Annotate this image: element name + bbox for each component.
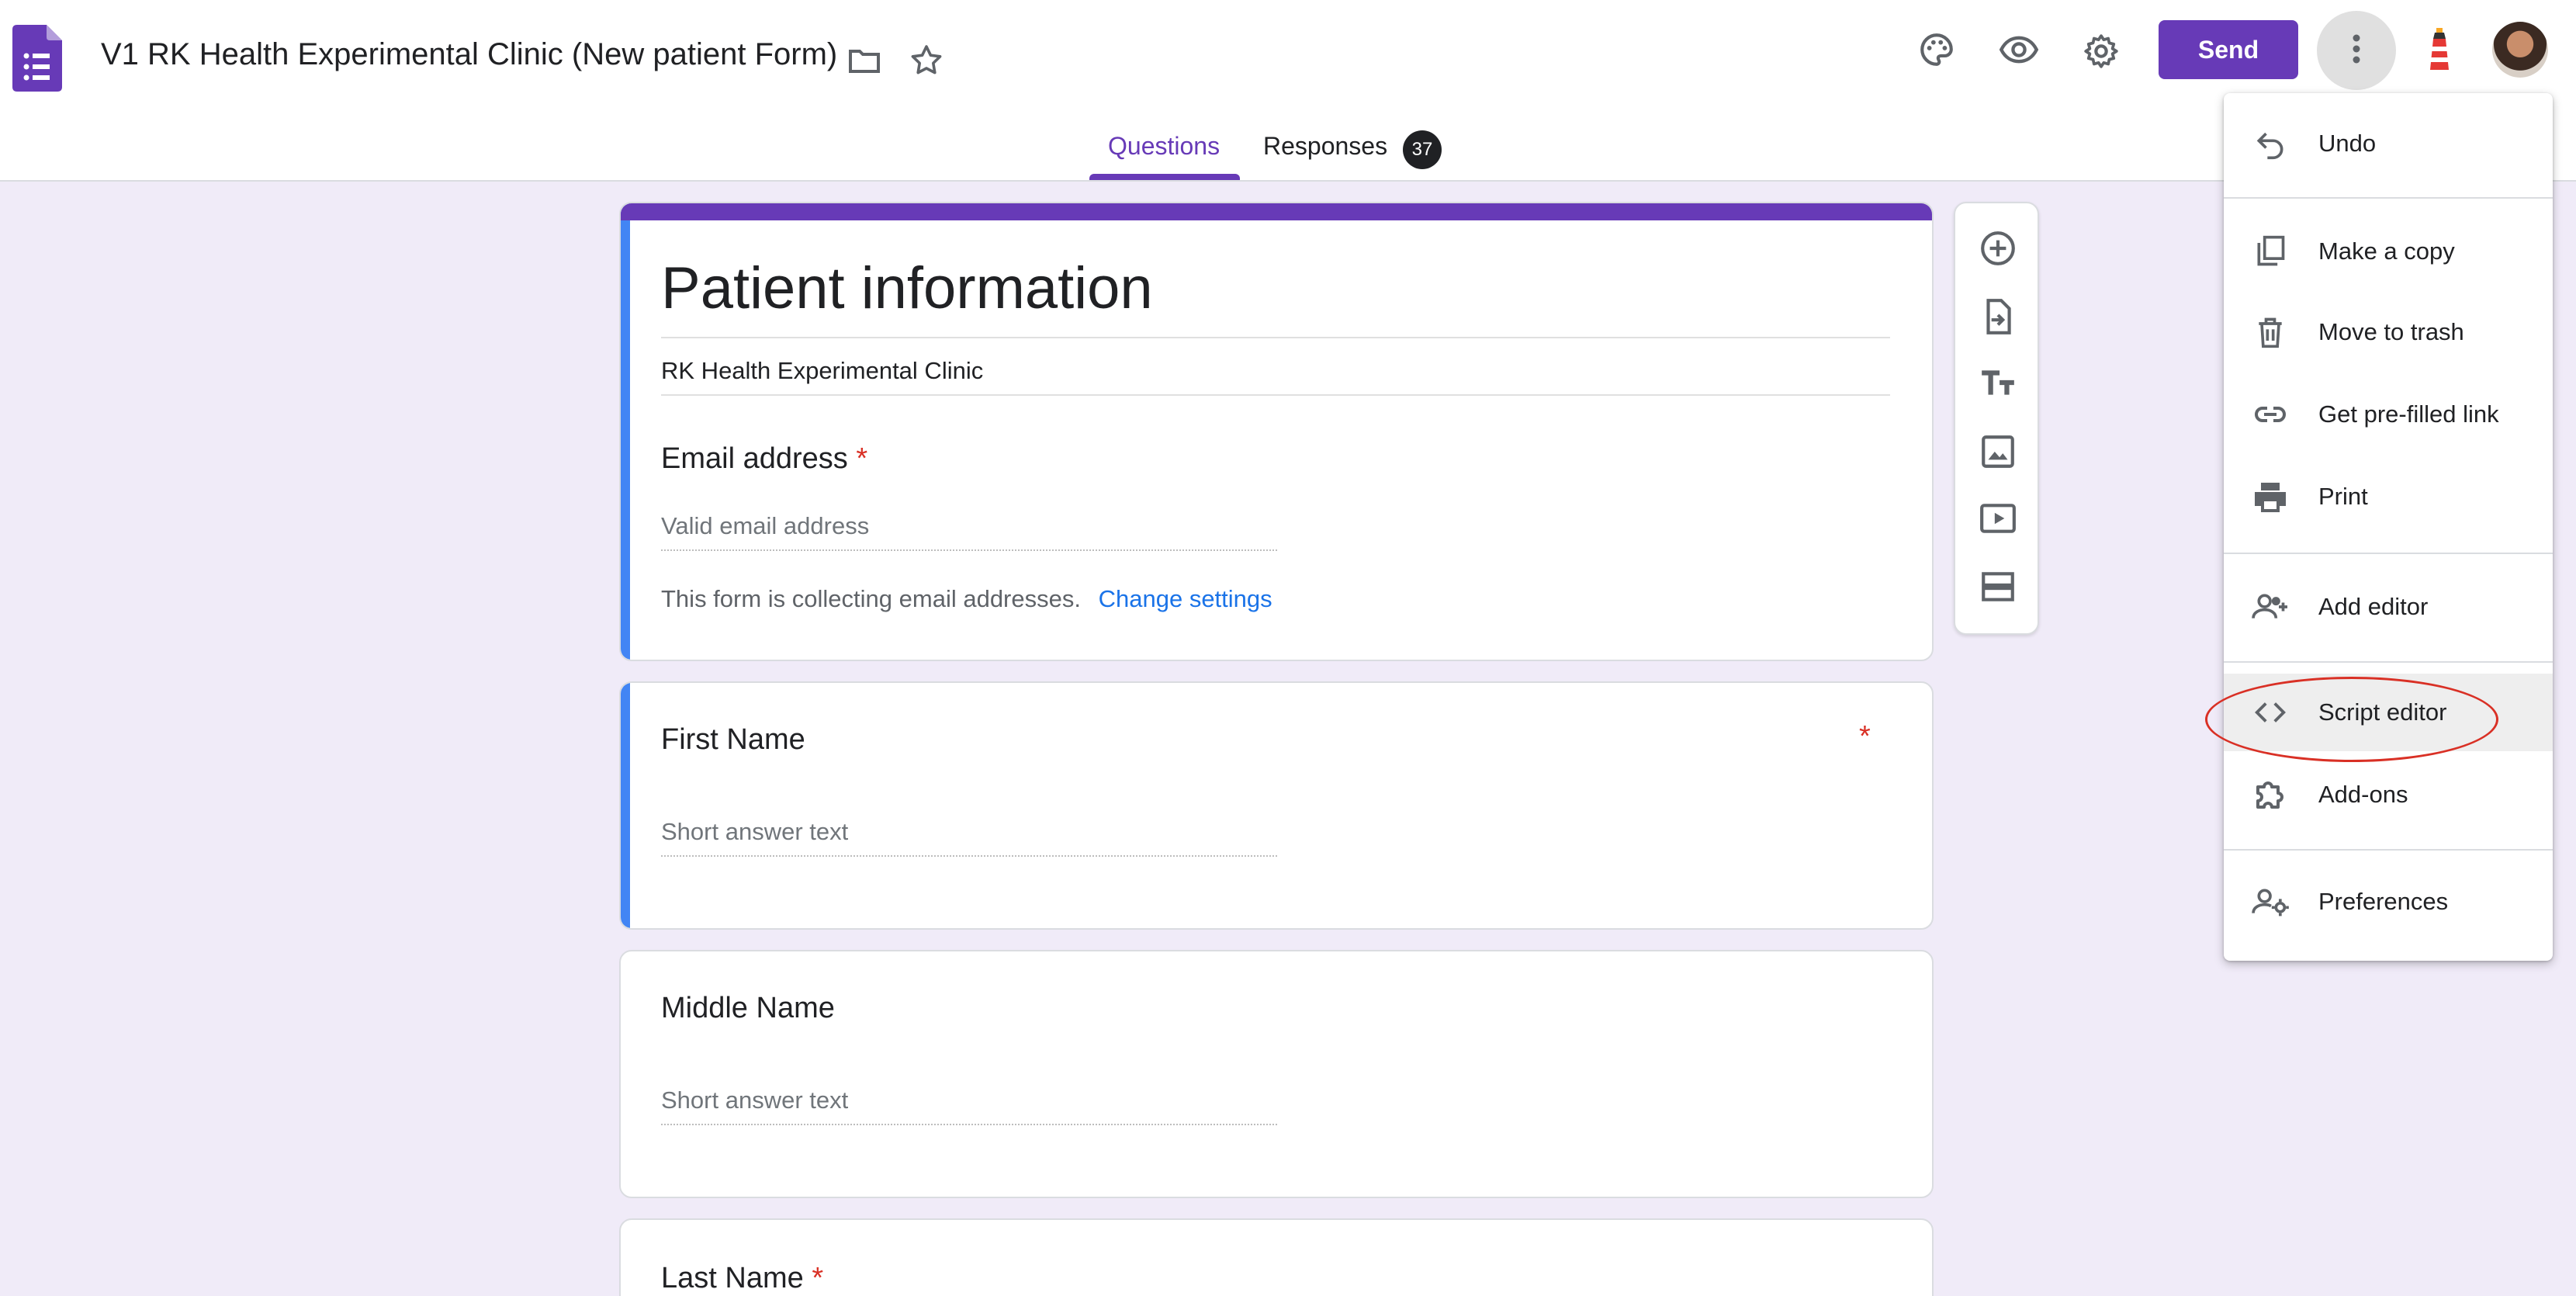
email-collection-note: This form is collecting email addresses.…: [661, 585, 1272, 613]
puzzle-icon: [2249, 773, 2292, 816]
answer-underline: [661, 549, 1277, 551]
add-section-icon[interactable]: [1975, 563, 2021, 610]
avatar[interactable]: [2492, 22, 2548, 78]
question-label: Middle Name: [661, 992, 835, 1024]
short-answer-field: Short answer text: [661, 1086, 849, 1114]
copy-icon: [2249, 230, 2292, 273]
eye-preview-icon[interactable]: [1996, 26, 2042, 73]
menu-item-add-ons[interactable]: Add-ons: [2224, 756, 2553, 833]
question-label-text: Email address: [661, 442, 848, 475]
active-tab-indicator: [1089, 174, 1240, 180]
menu-item-label: Get pre-filled link: [2318, 400, 2499, 428]
theme-color-bar: [621, 203, 1932, 220]
responses-count-badge: 37: [1403, 130, 1442, 169]
gear-icon[interactable]: [2078, 28, 2124, 75]
email-field: Valid email address: [661, 512, 870, 539]
print-icon: [2249, 475, 2292, 518]
link-icon: [2249, 393, 2292, 436]
add-image-icon[interactable]: [1975, 428, 2021, 475]
menu-item-undo[interactable]: Undo: [2224, 105, 2553, 182]
lighthouse-addon-icon[interactable]: [2416, 26, 2463, 73]
tab-questions[interactable]: Questions: [1108, 132, 1220, 161]
person-settings-icon: [2249, 880, 2292, 923]
annotation-ellipse: [2205, 677, 2498, 762]
menu-divider: [2224, 197, 2553, 199]
answer-underline: [661, 1124, 1277, 1125]
menu-item-label: Add-ons: [2318, 781, 2408, 808]
change-settings-link[interactable]: Change settings: [1099, 585, 1272, 612]
menu-item-add-editor[interactable]: Add editor: [2224, 568, 2553, 646]
email-question-label: Email address *: [661, 442, 867, 476]
send-button[interactable]: Send: [2159, 20, 2298, 79]
form-title[interactable]: Patient information: [661, 255, 1153, 322]
question-label-text: Last Name: [661, 1262, 804, 1294]
more-options-menu: Undo Make a copy Move to trash Get pre-f…: [2224, 93, 2553, 961]
answer-underline: [661, 855, 1277, 857]
add-video-icon[interactable]: [1975, 495, 2021, 542]
question-card-last-name[interactable]: Last Name *: [619, 1218, 1934, 1296]
menu-item-label: Undo: [2318, 130, 2377, 157]
more-options-button[interactable]: [2317, 11, 2396, 90]
folder-icon[interactable]: [841, 37, 888, 84]
required-asterisk: *: [812, 1262, 824, 1294]
divider: [661, 337, 1890, 338]
star-icon[interactable]: [903, 37, 950, 84]
required-asterisk: *: [1859, 720, 1871, 753]
add-title-icon[interactable]: [1975, 359, 2021, 405]
question-card-middle-name[interactable]: Middle Name Short answer text: [619, 950, 1934, 1198]
menu-item-label: Move to trash: [2318, 318, 2464, 345]
menu-item-prefilled-link[interactable]: Get pre-filled link: [2224, 376, 2553, 453]
menu-item-label: Make a copy: [2318, 237, 2455, 265]
question-toolbar: [1954, 202, 2039, 635]
menu-divider: [2224, 661, 2553, 663]
form-title-card[interactable]: Patient information RK Health Experiment…: [619, 202, 1934, 661]
more-vert-icon: [2352, 33, 2361, 68]
forms-logo-icon[interactable]: [12, 25, 62, 92]
menu-item-label: Preferences: [2318, 888, 2449, 915]
question-label: First Name: [661, 723, 805, 756]
required-asterisk: *: [856, 442, 868, 475]
divider: [661, 394, 1890, 396]
short-answer-field: Short answer text: [661, 818, 849, 845]
add-person-icon: [2249, 585, 2292, 629]
menu-item-move-to-trash[interactable]: Move to trash: [2224, 293, 2553, 371]
trash-icon: [2249, 310, 2292, 354]
menu-divider: [2224, 849, 2553, 851]
question-label: Last Name *: [661, 1262, 823, 1295]
palette-icon[interactable]: [1913, 26, 1960, 73]
menu-item-label: Print: [2318, 483, 2368, 510]
note-text: This form is collecting email addresses.: [661, 585, 1081, 612]
form-description[interactable]: RK Health Experimental Clinic: [661, 357, 983, 385]
menu-item-preferences[interactable]: Preferences: [2224, 863, 2553, 941]
menu-item-print[interactable]: Print: [2224, 458, 2553, 535]
add-question-icon[interactable]: [1975, 225, 2021, 272]
menu-item-label: Add editor: [2318, 593, 2429, 620]
undo-icon: [2249, 122, 2292, 165]
menu-divider: [2224, 553, 2553, 554]
question-card-first-name[interactable]: First Name * Short answer text: [619, 681, 1934, 930]
app-header: V1 RK Health Experimental Clinic (New pa…: [0, 0, 2576, 182]
tab-responses[interactable]: Responses: [1263, 132, 1387, 161]
form-document-title[interactable]: V1 RK Health Experimental Clinic (New pa…: [101, 37, 837, 72]
menu-item-make-copy[interactable]: Make a copy: [2224, 213, 2553, 290]
import-questions-icon[interactable]: [1975, 293, 2021, 340]
